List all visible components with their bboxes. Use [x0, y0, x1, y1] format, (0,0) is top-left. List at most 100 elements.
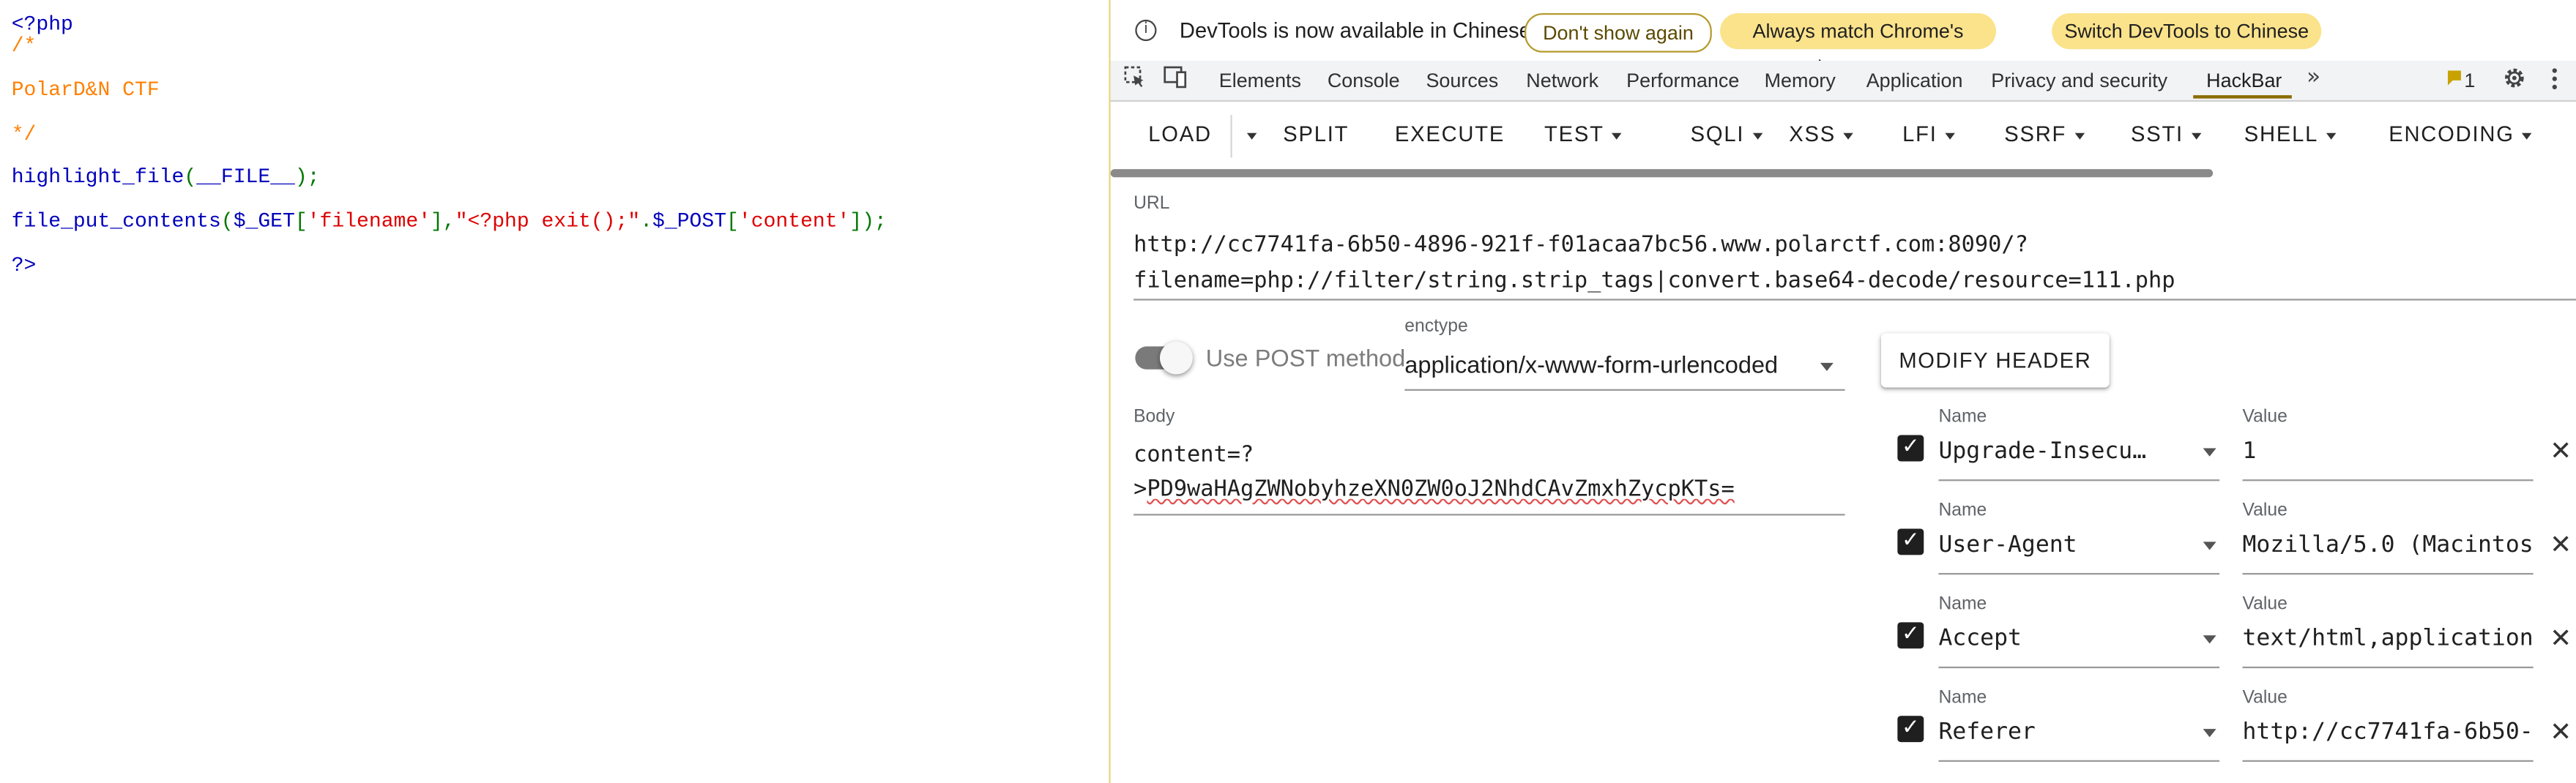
chevron-down-icon [1945, 132, 1956, 139]
body-input-line-1[interactable]: content=? [1133, 442, 1254, 468]
header-row: ✓ Name Referer Value http://cc7741fa-6b5… [1883, 688, 2576, 782]
remove-header-icon[interactable]: ✕ [2550, 716, 2572, 747]
header-row: ✓ Name Accept Value text/html,applicatio… [1883, 594, 2576, 688]
chevron-down-icon[interactable] [2203, 542, 2216, 550]
body-label: Body [1133, 407, 1175, 427]
active-tab-indicator [2193, 95, 2292, 99]
url-input[interactable]: http://cc7741fa-6b50-4896-921f-f01acaa7b… [1133, 227, 2175, 299]
tab-memory[interactable]: Memory [1765, 69, 1836, 91]
header-name-select[interactable]: Referer [1938, 719, 2185, 746]
header-value-label: Value [2242, 501, 2287, 521]
enctype-dropdown-icon[interactable] [1820, 362, 1834, 372]
header-name-label: Name [1938, 688, 1987, 708]
chevron-down-icon [2074, 132, 2085, 139]
comment-close: */ [11, 123, 37, 146]
url-underline [1133, 299, 2576, 301]
execute-button[interactable]: EXECUTE [1395, 121, 1505, 146]
ssti-menu[interactable]: SSTI [2131, 121, 2202, 146]
more-options-icon[interactable] [2551, 67, 2558, 95]
header-value-input[interactable]: 1 [2243, 438, 2534, 465]
chevron-down-icon[interactable] [2203, 448, 2216, 457]
xss-menu[interactable]: XSS [1789, 121, 1854, 146]
post-method-label: Use POST method [1205, 346, 1406, 373]
sqli-menu[interactable]: SQLI [1691, 121, 1762, 146]
chevron-down-icon [2522, 132, 2533, 139]
header-value-label: Value [2242, 688, 2287, 708]
header-value-input[interactable]: Mozilla/5.0 (Macintos [2243, 532, 2534, 558]
chevron-down-icon [1246, 132, 1257, 139]
url-label: URL [1133, 193, 1170, 214]
source-code-panel: <?php /* PolarD&N CTF */ highlight_file(… [0, 0, 1109, 783]
header-value-input[interactable]: http://cc7741fa-6b50- [2243, 719, 2534, 746]
code-line-highlight: highlight_file(__FILE__); [11, 165, 320, 190]
header-enabled-checkbox[interactable]: ✓ [1897, 622, 1924, 649]
load-button[interactable]: LOAD [1148, 121, 1212, 146]
php-open-tag: <?php [11, 12, 73, 37]
load-menu-caret[interactable] [1239, 121, 1257, 146]
chevron-down-icon[interactable] [2203, 635, 2216, 644]
header-value-label: Value [2242, 407, 2287, 427]
header-name-label: Name [1938, 594, 1987, 615]
language-infobar: i DevTools is now available in Chinese D… [1110, 0, 2576, 79]
tab-elements[interactable]: Elements [1219, 69, 1301, 91]
tab-network[interactable]: Network [1526, 69, 1598, 91]
header-name-select[interactable]: Upgrade-Insecu… [1938, 438, 2185, 465]
tab-performance[interactable]: Performance [1626, 69, 1739, 91]
info-icon: i [1135, 19, 1157, 42]
header-value-input[interactable]: text/html,application [2243, 626, 2534, 652]
inspect-element-icon[interactable] [1124, 66, 1145, 87]
body-input-line-2[interactable]: >PD9waHAgZWNobyhzeXN0ZW0oJ2NhdCAvZmxhZyc… [1133, 476, 1735, 503]
hackbar-toolbar: LOAD SPLIT EXECUTE TEST SQLI XSS LFI SSR… [1110, 102, 2576, 168]
devtools-tabbar: Elements Console Sources Network Perform… [1110, 61, 2576, 102]
code-line-put-contents: file_put_contents($_GET['filename'],"<?p… [11, 210, 887, 233]
test-menu[interactable]: TEST [1544, 121, 1623, 146]
enctype-underline [1404, 389, 1845, 391]
header-name-select[interactable]: Accept [1938, 626, 2185, 652]
issues-count[interactable]: 1 [2464, 69, 2475, 91]
chevron-down-icon [2326, 132, 2337, 139]
remove-header-icon[interactable]: ✕ [2550, 435, 2572, 467]
shell-menu[interactable]: SHELL [2244, 121, 2337, 146]
more-tabs-icon[interactable]: » [2307, 64, 2320, 91]
device-toolbar-icon[interactable] [1163, 66, 1188, 94]
modify-header-button[interactable]: MODIFY HEADER [1880, 333, 2110, 388]
header-enabled-checkbox[interactable]: ✓ [1897, 528, 1924, 555]
ssrf-menu[interactable]: SSRF [2004, 121, 2085, 146]
lfi-menu[interactable]: LFI [1902, 121, 1956, 146]
chevron-down-icon [1612, 132, 1623, 139]
header-name-select[interactable]: User-Agent [1938, 532, 2185, 558]
header-enabled-checkbox[interactable]: ✓ [1897, 716, 1924, 743]
enctype-select[interactable]: application/x-www-form-urlencoded [1404, 353, 1778, 379]
tab-application[interactable]: Application [1866, 69, 1963, 91]
tab-privacy-security[interactable]: Privacy and security [1991, 69, 2167, 91]
settings-gear-icon[interactable] [2502, 66, 2527, 95]
chevron-down-icon [1752, 132, 1762, 139]
chevron-down-icon[interactable] [2203, 729, 2216, 738]
toolbar-scrollbar[interactable] [1110, 169, 2214, 178]
body-underline [1133, 514, 1845, 516]
load-separator [1230, 115, 1232, 158]
encoding-menu[interactable]: ENCODING [2389, 121, 2533, 146]
post-method-toggle[interactable] [1135, 341, 1193, 375]
dont-show-again-button[interactable]: Don't show again [1525, 12, 1712, 53]
header-name-label: Name [1938, 407, 1987, 427]
header-enabled-checkbox[interactable]: ✓ [1897, 435, 1924, 462]
header-value-label: Value [2242, 594, 2287, 615]
header-row: ✓ Name User-Agent Value Mozilla/5.0 (Mac… [1883, 501, 2576, 594]
tab-hackbar[interactable]: HackBar [2206, 69, 2282, 91]
comment-open: /* [11, 34, 37, 58]
chevron-down-icon [2192, 132, 2202, 139]
infobar-message: DevTools is now available in Chinese [1179, 18, 1531, 43]
comment-text: PolarD&N CTF [11, 78, 160, 102]
issues-icon[interactable] [2446, 69, 2463, 91]
chevron-down-icon [1844, 132, 1854, 139]
remove-header-icon[interactable]: ✕ [2550, 622, 2572, 653]
always-match-language-button[interactable]: Always match Chrome's language [1720, 12, 1996, 79]
tab-sources[interactable]: Sources [1426, 69, 1498, 91]
php-close-tag: ?> [11, 254, 37, 278]
switch-to-chinese-button[interactable]: Switch DevTools to Chinese [2052, 12, 2322, 50]
devtools-panel: i DevTools is now available in Chinese D… [1110, 0, 2576, 783]
tab-console[interactable]: Console [1328, 69, 1400, 91]
split-button[interactable]: SPLIT [1283, 121, 1349, 146]
remove-header-icon[interactable]: ✕ [2550, 528, 2572, 560]
